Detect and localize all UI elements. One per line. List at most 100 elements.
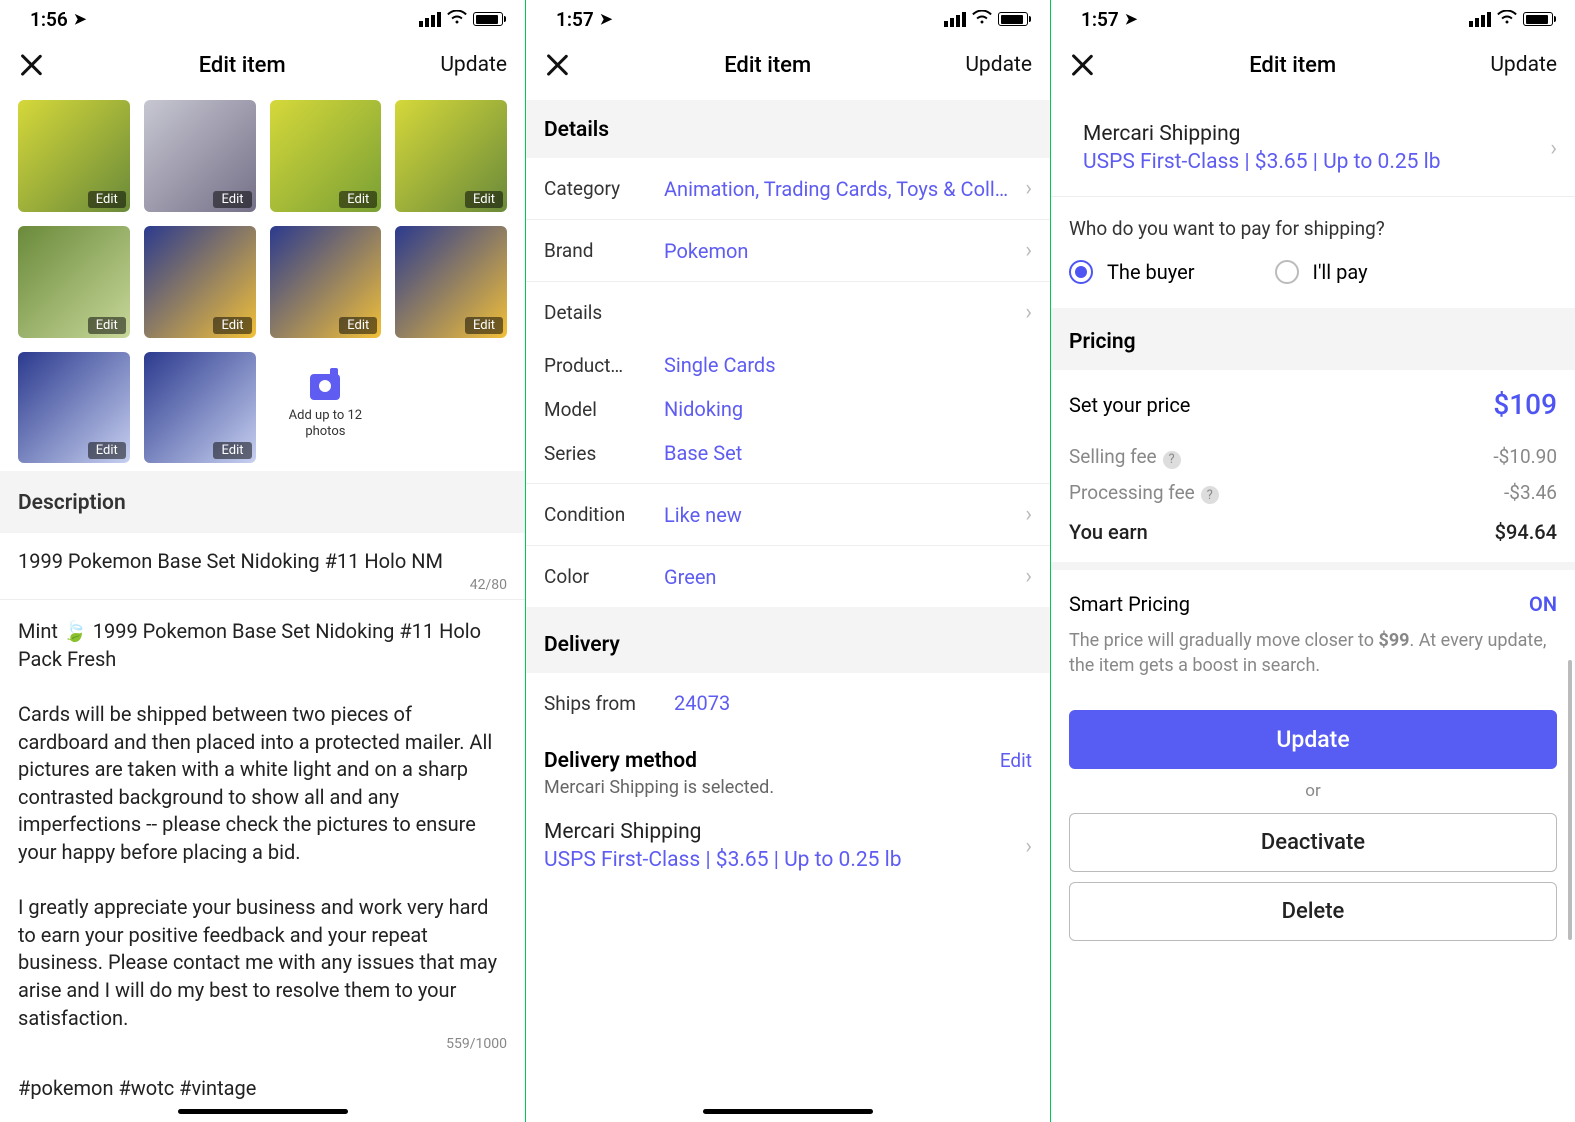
deactivate-button[interactable]: Deactivate bbox=[1069, 813, 1557, 872]
edit-photo-button[interactable]: Edit bbox=[465, 191, 503, 208]
description-input[interactable]: Mint 🍃 1999 Pokemon Base Set Nidoking #1… bbox=[0, 600, 525, 1058]
processing-fee-label: Processing fee bbox=[1069, 481, 1195, 504]
product-row: Product… Single Cards bbox=[526, 343, 1050, 387]
wifi-icon bbox=[447, 9, 467, 29]
status-icons bbox=[419, 9, 503, 29]
selling-fee-row: Selling fee? -$10.90 bbox=[1051, 439, 1575, 475]
close-icon[interactable] bbox=[18, 52, 44, 78]
shipsfrom-row[interactable]: Ships from 24073 bbox=[526, 673, 1050, 733]
model-label: Model bbox=[544, 398, 654, 421]
page-title: Edit item bbox=[199, 53, 286, 78]
photo-thumb[interactable]: Edit bbox=[144, 352, 256, 464]
help-icon[interactable]: ? bbox=[1201, 486, 1219, 504]
add-photo-label: Add up to 12 photos bbox=[270, 408, 382, 441]
nav-bar: Edit item Update bbox=[1051, 32, 1575, 100]
close-icon[interactable] bbox=[1069, 52, 1095, 78]
selling-fee-value: -$10.90 bbox=[1493, 445, 1557, 469]
camera-icon bbox=[310, 374, 340, 400]
delete-button[interactable]: Delete bbox=[1069, 882, 1557, 941]
chevron-right-icon: › bbox=[1025, 564, 1032, 589]
shipping-card[interactable]: Mercari Shipping USPS First-Class | $3.6… bbox=[526, 798, 1050, 894]
edit-photo-button[interactable]: Edit bbox=[213, 191, 251, 208]
set-price-row[interactable]: Set your price $109 bbox=[1051, 370, 1575, 439]
edit-photo-button[interactable]: Edit bbox=[465, 317, 503, 334]
chevron-right-icon: › bbox=[1025, 834, 1032, 859]
radio-buyer[interactable]: The buyer bbox=[1069, 260, 1195, 284]
you-earn-label: You earn bbox=[1069, 520, 1148, 544]
condition-value: Like new bbox=[664, 503, 1015, 527]
delivery-header: Delivery bbox=[526, 607, 1050, 673]
location-icon: ➤ bbox=[74, 10, 87, 28]
photo-thumb[interactable]: Edit bbox=[395, 226, 507, 338]
condition-label: Condition bbox=[544, 503, 654, 526]
chevron-right-icon: › bbox=[1550, 136, 1557, 161]
or-divider: or bbox=[1051, 779, 1575, 803]
update-link[interactable]: Update bbox=[1490, 53, 1557, 77]
description-value: Mint 🍃 1999 Pokemon Base Set Nidoking #1… bbox=[18, 618, 507, 1032]
shipsfrom-value: 24073 bbox=[674, 691, 1032, 715]
close-icon[interactable] bbox=[544, 52, 570, 78]
brand-label: Brand bbox=[544, 239, 654, 262]
photo-thumb[interactable]: Edit bbox=[270, 100, 382, 212]
edit-photo-button[interactable]: Edit bbox=[88, 317, 126, 334]
location-icon: ➤ bbox=[600, 10, 613, 28]
radio-icon bbox=[1275, 260, 1299, 284]
wifi-icon bbox=[1497, 9, 1517, 29]
photo-thumb[interactable]: Edit bbox=[144, 100, 256, 212]
edit-delivery-link[interactable]: Edit bbox=[1000, 749, 1032, 772]
radio-seller[interactable]: I'll pay bbox=[1275, 260, 1368, 284]
status-icons bbox=[1469, 9, 1553, 29]
add-photo-button[interactable]: Add up to 12 photos bbox=[270, 352, 382, 464]
edit-photo-button[interactable]: Edit bbox=[88, 442, 126, 459]
color-row[interactable]: Color Green › bbox=[526, 546, 1050, 607]
edit-photo-button[interactable]: Edit bbox=[213, 317, 251, 334]
photo-thumb[interactable]: Edit bbox=[270, 226, 382, 338]
hashtags-value: #pokemon #wotc #vintage bbox=[18, 1076, 256, 1100]
page-title: Edit item bbox=[724, 53, 811, 78]
title-value: 1999 Pokemon Base Set Nidoking #11 Holo … bbox=[18, 549, 507, 573]
photo-thumb[interactable]: Edit bbox=[18, 100, 130, 212]
photo-thumb[interactable]: Edit bbox=[18, 226, 130, 338]
photo-thumb[interactable]: Edit bbox=[144, 226, 256, 338]
scrollbar[interactable] bbox=[1568, 660, 1572, 940]
description-char-count: 559/1000 bbox=[18, 1032, 507, 1052]
selling-fee-label: Selling fee bbox=[1069, 445, 1157, 468]
shipping-payer-question: Who do you want to pay for shipping? bbox=[1051, 197, 1575, 256]
update-link[interactable]: Update bbox=[440, 53, 507, 77]
screen-details: 1:57 ➤ Edit item Update Details Category… bbox=[526, 0, 1050, 1122]
condition-row[interactable]: Condition Like new › bbox=[526, 484, 1050, 546]
status-time: 1:57 bbox=[556, 8, 594, 31]
delivery-method-label: Delivery method bbox=[544, 749, 774, 773]
photo-grid: Edit Edit Edit Edit Edit Edit Edit Edit Edit Edit… bbox=[0, 100, 525, 471]
radio-icon bbox=[1069, 260, 1093, 284]
brand-row[interactable]: Brand Pokemon › bbox=[526, 220, 1050, 282]
smart-pricing-row[interactable]: Smart Pricing ON bbox=[1051, 570, 1575, 624]
delivery-method-desc: Mercari Shipping is selected. bbox=[544, 773, 774, 798]
edit-photo-button[interactable]: Edit bbox=[213, 442, 251, 459]
title-input[interactable]: 1999 Pokemon Base Set Nidoking #11 Holo … bbox=[0, 533, 525, 600]
details-row[interactable]: Details › bbox=[526, 282, 1050, 343]
help-icon[interactable]: ? bbox=[1163, 451, 1181, 469]
processing-fee-row: Processing fee? -$3.46 bbox=[1051, 475, 1575, 511]
smart-pricing-value: ON bbox=[1529, 592, 1557, 616]
update-button[interactable]: Update bbox=[1069, 710, 1557, 769]
shipping-card[interactable]: Mercari Shipping USPS First-Class | $3.6… bbox=[1051, 100, 1575, 197]
chevron-right-icon: › bbox=[1025, 238, 1032, 263]
edit-photo-button[interactable]: Edit bbox=[339, 191, 377, 208]
home-indicator[interactable] bbox=[178, 1109, 348, 1114]
product-label: Product… bbox=[544, 354, 654, 377]
set-price-value: $109 bbox=[1493, 388, 1557, 421]
photo-thumb[interactable]: Edit bbox=[395, 100, 507, 212]
edit-photo-button[interactable]: Edit bbox=[88, 191, 126, 208]
photo-thumb[interactable]: Edit bbox=[18, 352, 130, 464]
edit-photo-button[interactable]: Edit bbox=[339, 317, 377, 334]
status-bar: 1:56 ➤ bbox=[0, 0, 525, 32]
set-price-label: Set your price bbox=[1069, 393, 1190, 417]
category-row[interactable]: Category Animation, Trading Cards, Toys … bbox=[526, 158, 1050, 220]
model-value: Nidoking bbox=[664, 397, 1032, 421]
page-title: Edit item bbox=[1249, 53, 1336, 78]
series-row: Series Base Set bbox=[526, 431, 1050, 484]
home-indicator[interactable] bbox=[703, 1109, 873, 1114]
shipping-provider: Mercari Shipping bbox=[544, 820, 1015, 844]
update-link[interactable]: Update bbox=[965, 53, 1032, 77]
